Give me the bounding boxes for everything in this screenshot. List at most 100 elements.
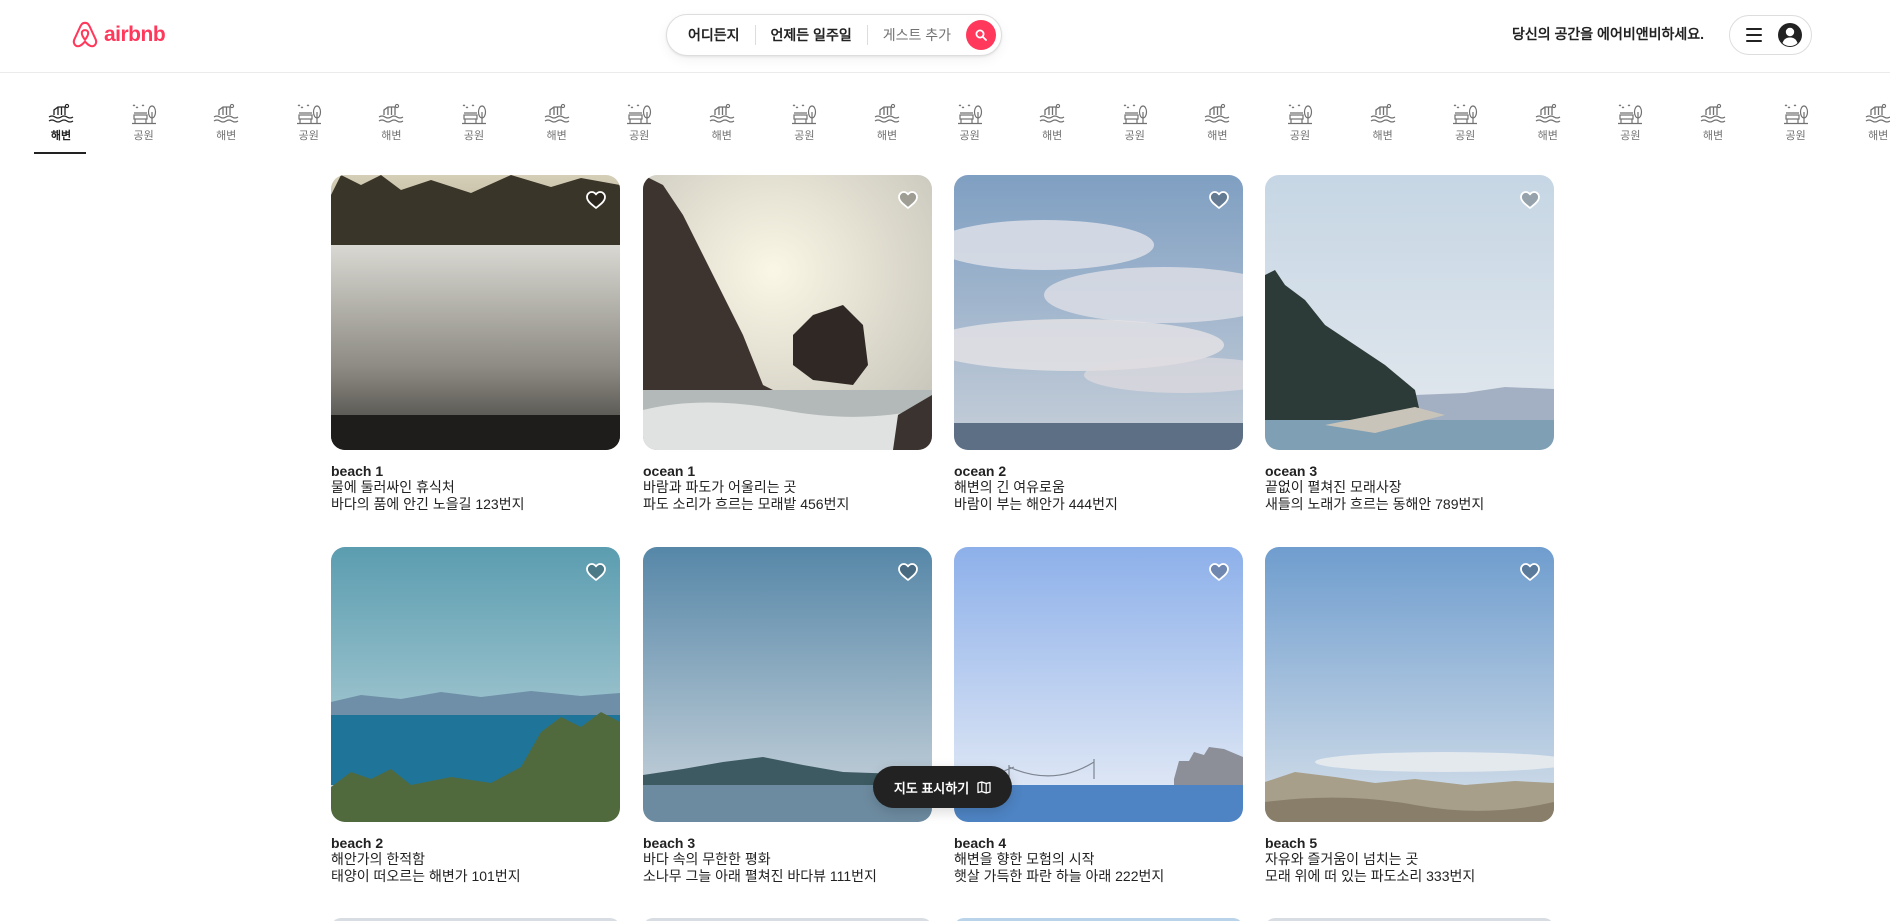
park-icon (130, 102, 158, 126)
category-park[interactable]: 공원 (117, 102, 171, 143)
beach-icon (1369, 102, 1397, 126)
listing-title: beach 4 (954, 835, 1007, 851)
listing-title: ocean 3 (1265, 463, 1318, 479)
category-beach[interactable]: 해변 (34, 102, 88, 154)
category-park[interactable]: 공원 (1438, 102, 1492, 143)
listing-card[interactable]: ocean 2 해변의 긴 여유로움 바람이 부는 해안가 444번지 (954, 175, 1243, 513)
search-icon (975, 29, 987, 41)
listing-description: 해안가의 한적함 (331, 851, 426, 867)
heart-icon[interactable] (1520, 563, 1540, 581)
listing-description: 자유와 즐거움이 넘치는 곳 (1265, 851, 1419, 867)
listing-photo[interactable] (643, 175, 932, 450)
category-label: 해변 (1702, 130, 1724, 142)
listing-address: 바람이 부는 해안가 444번지 (954, 496, 1118, 512)
category-label: 공원 (959, 130, 980, 142)
map-icon (977, 780, 991, 794)
listing-address: 모래 위에 떠 있는 파도소리 333번지 (1265, 868, 1476, 884)
listing-title: ocean 1 (643, 463, 696, 479)
category-park[interactable]: 공원 (1603, 102, 1657, 143)
heart-icon[interactable] (1209, 191, 1229, 209)
category-beach[interactable]: 해변 (695, 102, 749, 143)
category-label: 공원 (1289, 130, 1311, 142)
beach-icon (1534, 102, 1562, 126)
listing-address: 새들의 노래가 흐르는 동해안 789번지 (1265, 496, 1485, 512)
listing-description: 물에 둘러싸인 휴식처 (331, 479, 455, 495)
heart-icon[interactable] (586, 191, 606, 209)
park-icon (790, 102, 818, 126)
heart-icon[interactable] (1520, 191, 1540, 209)
category-label: 해변 (876, 130, 898, 142)
listing-title: beach 3 (643, 835, 696, 851)
host-link[interactable]: 당신의 공간을 에어비앤비하세요. (1512, 24, 1704, 44)
beach-icon (1864, 102, 1890, 126)
beach-icon (1038, 102, 1066, 126)
listing-photo[interactable] (331, 547, 620, 822)
category-park[interactable]: 공원 (1108, 102, 1162, 143)
category-beach[interactable]: 해변 (1190, 102, 1244, 143)
listing-card[interactable]: beach 1 물에 둘러싸인 휴식처 바다의 품에 안긴 노을길 123번지 (331, 175, 620, 513)
search-button[interactable] (966, 20, 996, 50)
listing-address: 파도 소리가 흐르는 모래밭 456번지 (643, 496, 850, 512)
category-label: 공원 (1124, 130, 1145, 142)
category-park[interactable]: 공원 (1273, 102, 1327, 143)
listing-photo[interactable] (1265, 547, 1554, 822)
menu-icon (1746, 28, 1762, 42)
category-beach[interactable]: 해변 (1851, 102, 1890, 143)
search-where[interactable]: 어디든지 (667, 25, 755, 45)
avatar-icon (1778, 23, 1802, 47)
park-icon (1782, 102, 1810, 126)
category-beach[interactable]: 해변 (1025, 102, 1079, 143)
category-beach[interactable]: 해변 (1356, 102, 1410, 143)
category-beach[interactable]: 해변 (860, 102, 914, 143)
category-park[interactable]: 공원 (777, 102, 831, 143)
category-park[interactable]: 공원 (447, 102, 501, 143)
listing-card[interactable]: beach 2 해안가의 한적함 태양이 떠오르는 해변가 101번지 (331, 547, 620, 885)
category-beach[interactable]: 해변 (199, 102, 253, 143)
listing-description: 바다 속의 무한한 평화 (643, 851, 771, 867)
category-label: 해변 (1207, 130, 1228, 142)
park-icon (1286, 102, 1314, 126)
category-label: 해변 (1372, 130, 1393, 142)
listing-card[interactable]: beach 5 자유와 즐거움이 넘치는 곳 모래 위에 떠 있는 파도소리 3… (1265, 547, 1554, 885)
category-label: 해변 (1537, 130, 1558, 142)
listing-photo[interactable] (1265, 175, 1554, 450)
category-label: 공원 (1455, 130, 1476, 142)
search-bar[interactable]: 어디든지 언제든 일주일 게스트 추가 (666, 14, 1002, 56)
heart-icon[interactable] (586, 563, 606, 581)
listing-photo[interactable] (331, 175, 620, 450)
category-label: 해변 (711, 130, 732, 142)
heart-icon[interactable] (1209, 563, 1229, 581)
category-label: 공원 (1785, 130, 1806, 142)
category-park[interactable]: 공원 (612, 102, 666, 143)
listing-address: 소나무 그늘 아래 펼쳐진 바다뷰 111번지 (643, 868, 877, 884)
category-beach[interactable]: 해변 (1686, 102, 1740, 143)
category-beach[interactable]: 해변 (530, 102, 584, 143)
park-icon (1451, 102, 1479, 126)
listing-card[interactable]: beach 3 바다 속의 무한한 평화 소나무 그늘 아래 펼쳐진 바다뷰 1… (643, 547, 932, 885)
listing-description: 바람과 파도가 어울리는 곳 (643, 479, 797, 495)
category-label: 공원 (133, 130, 154, 142)
listing-card[interactable]: beach 4 해변을 향한 모험의 시작 햇살 가득한 파란 하늘 아래 22… (954, 547, 1243, 885)
category-label: 공원 (298, 130, 319, 142)
search-when[interactable]: 언제든 일주일 (754, 25, 868, 45)
user-menu-button[interactable] (1729, 15, 1812, 55)
category-park[interactable]: 공원 (282, 102, 336, 143)
category-beach[interactable]: 해변 (1521, 102, 1575, 143)
header: airbnb 어디든지 언제든 일주일 게스트 추가 당신의 공간을 에어비앤비… (0, 0, 1890, 73)
listing-title: beach 2 (331, 835, 384, 851)
category-park[interactable]: 공원 (943, 102, 997, 143)
category-beach[interactable]: 해변 (364, 102, 418, 143)
park-icon (1616, 102, 1644, 126)
heart-icon[interactable] (898, 563, 918, 581)
listing-photo[interactable] (954, 175, 1243, 450)
heart-icon[interactable] (898, 191, 918, 209)
show-map-button[interactable]: 지도 표시하기 (873, 766, 1012, 808)
category-park[interactable]: 공원 (1769, 102, 1823, 143)
airbnb-logo[interactable]: airbnb (70, 18, 166, 52)
beach-icon (873, 102, 901, 126)
listing-card[interactable]: ocean 3 끝없이 펼쳐진 모래사장 새들의 노래가 흐르는 동해안 789… (1265, 175, 1554, 513)
listing-card[interactable]: ocean 1 바람과 파도가 어울리는 곳 파도 소리가 흐르는 모래밭 45… (643, 175, 932, 513)
category-label: 공원 (463, 130, 485, 142)
search-guests[interactable]: 게스트 추가 (868, 25, 966, 45)
category-label: 공원 (1620, 130, 1641, 142)
